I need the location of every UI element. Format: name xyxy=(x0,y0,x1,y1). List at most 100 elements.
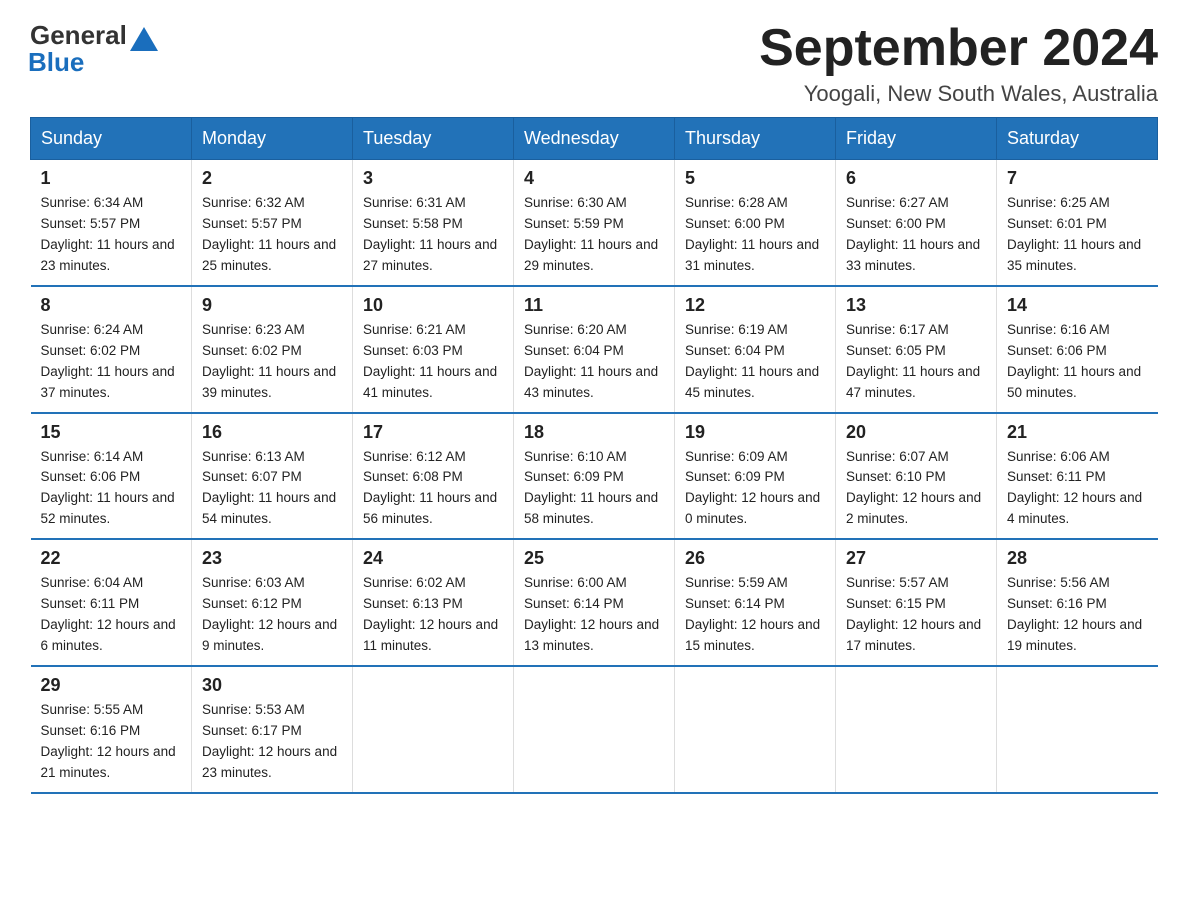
day-number: 7 xyxy=(1007,168,1148,189)
title-block: September 2024 Yoogali, New South Wales,… xyxy=(759,20,1158,107)
logo-triangle-icon xyxy=(130,27,158,51)
day-number: 9 xyxy=(202,295,342,316)
day-number: 12 xyxy=(685,295,825,316)
calendar-week-row: 1 Sunrise: 6:34 AMSunset: 5:57 PMDayligh… xyxy=(31,160,1158,286)
day-info: Sunrise: 6:17 AMSunset: 6:05 PMDaylight:… xyxy=(846,320,986,404)
calendar-week-row: 22 Sunrise: 6:04 AMSunset: 6:11 PMDaylig… xyxy=(31,539,1158,666)
day-number: 8 xyxy=(41,295,182,316)
day-info: Sunrise: 6:13 AMSunset: 6:07 PMDaylight:… xyxy=(202,447,342,531)
day-number: 21 xyxy=(1007,422,1148,443)
day-info: Sunrise: 6:09 AMSunset: 6:09 PMDaylight:… xyxy=(685,447,825,531)
day-number: 24 xyxy=(363,548,503,569)
day-info: Sunrise: 6:07 AMSunset: 6:10 PMDaylight:… xyxy=(846,447,986,531)
calendar-cell: 4 Sunrise: 6:30 AMSunset: 5:59 PMDayligh… xyxy=(514,160,675,286)
day-info: Sunrise: 6:06 AMSunset: 6:11 PMDaylight:… xyxy=(1007,447,1148,531)
weekday-header-row: SundayMondayTuesdayWednesdayThursdayFrid… xyxy=(31,118,1158,160)
weekday-header-sunday: Sunday xyxy=(31,118,192,160)
day-number: 30 xyxy=(202,675,342,696)
day-number: 10 xyxy=(363,295,503,316)
day-info: Sunrise: 6:14 AMSunset: 6:06 PMDaylight:… xyxy=(41,447,182,531)
day-info: Sunrise: 6:34 AMSunset: 5:57 PMDaylight:… xyxy=(41,193,182,277)
day-number: 22 xyxy=(41,548,182,569)
logo-blue-text: Blue xyxy=(28,47,84,78)
day-info: Sunrise: 6:30 AMSunset: 5:59 PMDaylight:… xyxy=(524,193,664,277)
calendar-cell: 12 Sunrise: 6:19 AMSunset: 6:04 PMDaylig… xyxy=(675,286,836,413)
day-number: 20 xyxy=(846,422,986,443)
day-info: Sunrise: 6:31 AMSunset: 5:58 PMDaylight:… xyxy=(363,193,503,277)
day-number: 25 xyxy=(524,548,664,569)
page-header: General Blue September 2024 Yoogali, New… xyxy=(30,20,1158,107)
day-info: Sunrise: 6:03 AMSunset: 6:12 PMDaylight:… xyxy=(202,573,342,657)
day-number: 15 xyxy=(41,422,182,443)
calendar-cell: 1 Sunrise: 6:34 AMSunset: 5:57 PMDayligh… xyxy=(31,160,192,286)
day-number: 13 xyxy=(846,295,986,316)
calendar-cell: 30 Sunrise: 5:53 AMSunset: 6:17 PMDaylig… xyxy=(192,666,353,793)
weekday-header-thursday: Thursday xyxy=(675,118,836,160)
calendar-cell: 6 Sunrise: 6:27 AMSunset: 6:00 PMDayligh… xyxy=(836,160,997,286)
calendar-cell: 19 Sunrise: 6:09 AMSunset: 6:09 PMDaylig… xyxy=(675,413,836,540)
day-info: Sunrise: 5:55 AMSunset: 6:16 PMDaylight:… xyxy=(41,700,182,784)
calendar-cell xyxy=(514,666,675,793)
day-number: 6 xyxy=(846,168,986,189)
calendar-cell: 17 Sunrise: 6:12 AMSunset: 6:08 PMDaylig… xyxy=(353,413,514,540)
calendar-cell: 25 Sunrise: 6:00 AMSunset: 6:14 PMDaylig… xyxy=(514,539,675,666)
weekday-header-tuesday: Tuesday xyxy=(353,118,514,160)
calendar-cell: 24 Sunrise: 6:02 AMSunset: 6:13 PMDaylig… xyxy=(353,539,514,666)
calendar-cell: 27 Sunrise: 5:57 AMSunset: 6:15 PMDaylig… xyxy=(836,539,997,666)
day-info: Sunrise: 6:00 AMSunset: 6:14 PMDaylight:… xyxy=(524,573,664,657)
day-info: Sunrise: 6:25 AMSunset: 6:01 PMDaylight:… xyxy=(1007,193,1148,277)
calendar-cell: 10 Sunrise: 6:21 AMSunset: 6:03 PMDaylig… xyxy=(353,286,514,413)
day-number: 27 xyxy=(846,548,986,569)
logo: General Blue xyxy=(30,20,158,78)
calendar-cell xyxy=(836,666,997,793)
day-info: Sunrise: 6:02 AMSunset: 6:13 PMDaylight:… xyxy=(363,573,503,657)
calendar-cell: 23 Sunrise: 6:03 AMSunset: 6:12 PMDaylig… xyxy=(192,539,353,666)
calendar-week-row: 8 Sunrise: 6:24 AMSunset: 6:02 PMDayligh… xyxy=(31,286,1158,413)
day-number: 23 xyxy=(202,548,342,569)
calendar-cell: 11 Sunrise: 6:20 AMSunset: 6:04 PMDaylig… xyxy=(514,286,675,413)
day-info: Sunrise: 6:32 AMSunset: 5:57 PMDaylight:… xyxy=(202,193,342,277)
calendar-cell: 15 Sunrise: 6:14 AMSunset: 6:06 PMDaylig… xyxy=(31,413,192,540)
day-info: Sunrise: 6:23 AMSunset: 6:02 PMDaylight:… xyxy=(202,320,342,404)
calendar-cell: 18 Sunrise: 6:10 AMSunset: 6:09 PMDaylig… xyxy=(514,413,675,540)
day-info: Sunrise: 6:20 AMSunset: 6:04 PMDaylight:… xyxy=(524,320,664,404)
day-number: 3 xyxy=(363,168,503,189)
month-title: September 2024 xyxy=(759,20,1158,77)
calendar-cell: 3 Sunrise: 6:31 AMSunset: 5:58 PMDayligh… xyxy=(353,160,514,286)
weekday-header-saturday: Saturday xyxy=(997,118,1158,160)
calendar-cell: 21 Sunrise: 6:06 AMSunset: 6:11 PMDaylig… xyxy=(997,413,1158,540)
day-info: Sunrise: 6:16 AMSunset: 6:06 PMDaylight:… xyxy=(1007,320,1148,404)
day-number: 14 xyxy=(1007,295,1148,316)
weekday-header-wednesday: Wednesday xyxy=(514,118,675,160)
day-info: Sunrise: 6:24 AMSunset: 6:02 PMDaylight:… xyxy=(41,320,182,404)
day-number: 29 xyxy=(41,675,182,696)
day-info: Sunrise: 5:53 AMSunset: 6:17 PMDaylight:… xyxy=(202,700,342,784)
day-info: Sunrise: 5:57 AMSunset: 6:15 PMDaylight:… xyxy=(846,573,986,657)
calendar-cell: 13 Sunrise: 6:17 AMSunset: 6:05 PMDaylig… xyxy=(836,286,997,413)
day-info: Sunrise: 6:12 AMSunset: 6:08 PMDaylight:… xyxy=(363,447,503,531)
calendar-cell: 5 Sunrise: 6:28 AMSunset: 6:00 PMDayligh… xyxy=(675,160,836,286)
day-number: 4 xyxy=(524,168,664,189)
location-subtitle: Yoogali, New South Wales, Australia xyxy=(759,81,1158,107)
calendar-cell: 8 Sunrise: 6:24 AMSunset: 6:02 PMDayligh… xyxy=(31,286,192,413)
day-info: Sunrise: 6:10 AMSunset: 6:09 PMDaylight:… xyxy=(524,447,664,531)
day-info: Sunrise: 6:28 AMSunset: 6:00 PMDaylight:… xyxy=(685,193,825,277)
calendar-table: SundayMondayTuesdayWednesdayThursdayFrid… xyxy=(30,117,1158,793)
day-info: Sunrise: 6:19 AMSunset: 6:04 PMDaylight:… xyxy=(685,320,825,404)
calendar-week-row: 29 Sunrise: 5:55 AMSunset: 6:16 PMDaylig… xyxy=(31,666,1158,793)
day-info: Sunrise: 6:27 AMSunset: 6:00 PMDaylight:… xyxy=(846,193,986,277)
day-number: 18 xyxy=(524,422,664,443)
calendar-cell: 2 Sunrise: 6:32 AMSunset: 5:57 PMDayligh… xyxy=(192,160,353,286)
day-number: 17 xyxy=(363,422,503,443)
day-number: 2 xyxy=(202,168,342,189)
day-info: Sunrise: 6:21 AMSunset: 6:03 PMDaylight:… xyxy=(363,320,503,404)
calendar-cell: 16 Sunrise: 6:13 AMSunset: 6:07 PMDaylig… xyxy=(192,413,353,540)
weekday-header-friday: Friday xyxy=(836,118,997,160)
calendar-cell: 29 Sunrise: 5:55 AMSunset: 6:16 PMDaylig… xyxy=(31,666,192,793)
day-number: 16 xyxy=(202,422,342,443)
calendar-cell xyxy=(997,666,1158,793)
day-number: 5 xyxy=(685,168,825,189)
calendar-cell: 20 Sunrise: 6:07 AMSunset: 6:10 PMDaylig… xyxy=(836,413,997,540)
day-number: 11 xyxy=(524,295,664,316)
day-number: 1 xyxy=(41,168,182,189)
